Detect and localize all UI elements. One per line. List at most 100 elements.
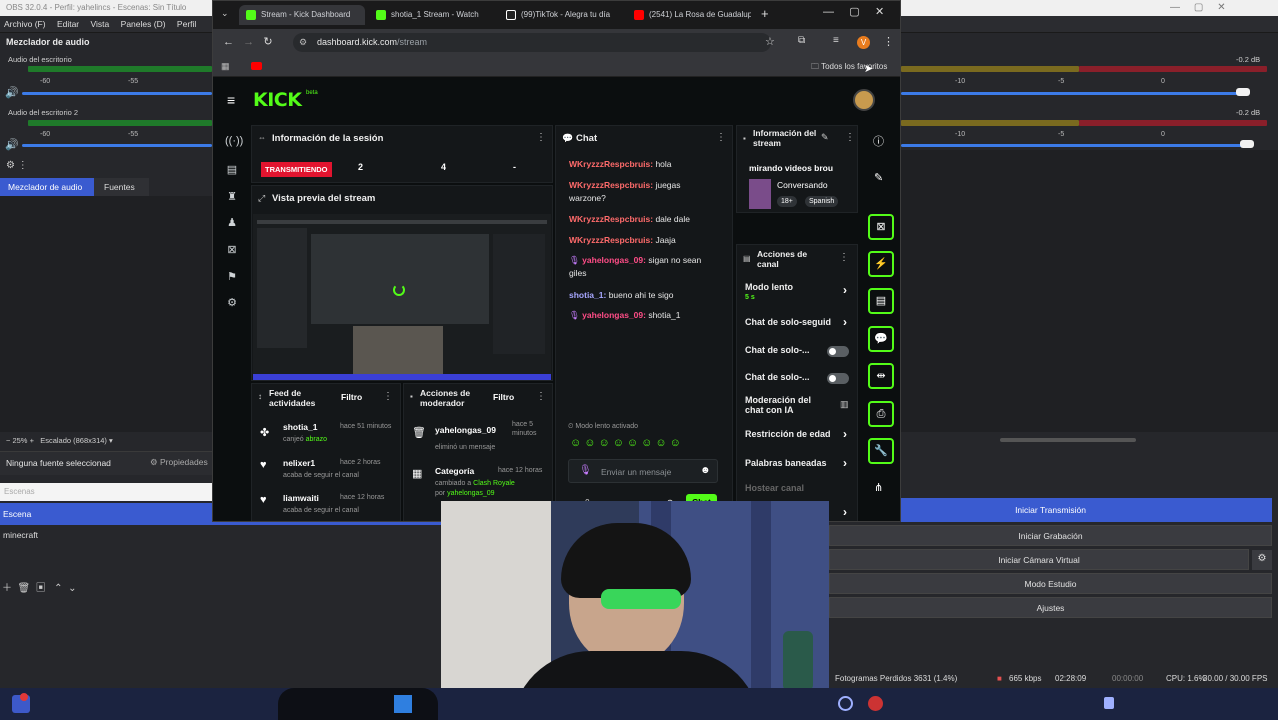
- browser-menu-icon[interactable]: ⋮: [883, 35, 894, 48]
- nav-buttons[interactable]: ← → ↻: [223, 35, 273, 48]
- ai-moderation-action[interactable]: Moderación del chat con IA: [745, 395, 825, 415]
- start-recording-button[interactable]: Iniciar Grabación: [829, 525, 1272, 546]
- site-info-icon[interactable]: ⚙: [299, 37, 307, 48]
- chrome-taskbar-icon[interactable]: [868, 696, 883, 711]
- share-icon[interactable]: ⋔: [874, 481, 883, 494]
- print-tool-button[interactable]: ⎙: [868, 401, 894, 427]
- emote-row[interactable]: ☺☺☺☺☺☺☺☺: [570, 437, 684, 449]
- chevron-right-icon[interactable]: ›: [843, 315, 847, 329]
- chat-user[interactable]: yahelongas_09:: [582, 310, 646, 320]
- channel-actions-menu-icon[interactable]: ⋮: [839, 252, 849, 263]
- browser-tab-shotia[interactable]: shotia_1 Stream - Watch: [369, 5, 495, 25]
- edit-pencil-icon[interactable]: ✎: [821, 132, 829, 143]
- mixer-settings-icon[interactable]: ⚙ ⋮: [6, 160, 28, 171]
- browser-tab-youtube[interactable]: (2541) La Rosa de Guadalupe: [627, 5, 751, 25]
- feed-user-3[interactable]: liamwaiti: [283, 493, 319, 503]
- tab-audio-mixer[interactable]: Mezclador de audio: [0, 178, 94, 196]
- chevron-right-icon[interactable]: ›: [843, 283, 847, 297]
- youtube-bookmark-icon[interactable]: [251, 62, 262, 70]
- host-channel-action[interactable]: Hostear canal: [745, 483, 804, 493]
- stream-broadcast-icon[interactable]: ((·)): [225, 135, 243, 149]
- trophy-icon[interactable]: ♜: [225, 190, 239, 204]
- emoji-picker-icon[interactable]: ☻: [700, 465, 711, 476]
- track-2-volume-slider[interactable]: [22, 144, 212, 147]
- volume-icon-2[interactable]: 🔊: [5, 138, 19, 151]
- chat-user[interactable]: WKryzzzRespcbruis:: [569, 214, 653, 224]
- menu-vista[interactable]: Vista: [91, 19, 110, 29]
- followers-only-action[interactable]: Chat de solo-seguid: [745, 317, 831, 327]
- media-control-icon[interactable]: ≡: [833, 35, 839, 46]
- info-circle-icon[interactable]: ⓘ: [873, 133, 884, 149]
- extensions-icon[interactable]: ⧉: [798, 35, 805, 46]
- subs-only-action[interactable]: Chat de solo-...: [745, 345, 810, 355]
- browser-window-controls[interactable]: — ▢ ✕: [823, 5, 884, 18]
- zoom-controls[interactable]: − 25% + Escalado (868x314) ▾: [6, 436, 113, 445]
- menu-editar[interactable]: Editar: [57, 19, 79, 29]
- new-tab-icon[interactable]: +: [761, 6, 769, 21]
- stream-preview-video[interactable]: [253, 214, 551, 380]
- chat-user[interactable]: WKryzzzRespcbruis:: [569, 235, 653, 245]
- browser-tab-kick-dashboard[interactable]: Stream - Kick Dashboard: [239, 5, 365, 25]
- chat-menu-icon[interactable]: ⋮: [716, 132, 726, 143]
- emote-only-action[interactable]: Chat de solo-...: [745, 372, 810, 382]
- subs-only-toggle[interactable]: [827, 346, 849, 357]
- slow-mode-action[interactable]: Modo lento: [745, 282, 793, 292]
- mod-user-1[interactable]: yahelongas_09: [435, 425, 496, 435]
- mod-menu-icon[interactable]: ⋮: [536, 391, 546, 402]
- users-icon[interactable]: ⚑: [225, 270, 239, 284]
- all-bookmarks-folder[interactable]: 🗀 Todos los favoritos: [811, 61, 887, 75]
- tab-sources[interactable]: Fuentes: [94, 178, 149, 196]
- clip-tool-button[interactable]: ⊠: [868, 214, 894, 240]
- settings-button[interactable]: Ajustes: [829, 597, 1272, 618]
- feed-user-1[interactable]: shotia_1: [283, 422, 318, 432]
- moderation-icon[interactable]: ⊠: [225, 243, 239, 257]
- mod-filter-button[interactable]: Filtro: [493, 392, 514, 402]
- windows-start-icon[interactable]: [394, 695, 412, 713]
- start-virtual-camera-button[interactable]: Iniciar Cámara Virtual: [829, 549, 1249, 570]
- lightning-tool-button[interactable]: ⚡: [868, 251, 894, 277]
- chevron-right-icon[interactable]: ›: [843, 456, 847, 470]
- chat-input[interactable]: 🎙 Enviar un mensaje ☻: [568, 459, 718, 483]
- chat-user[interactable]: WKryzzzRespcbruis:: [569, 180, 653, 190]
- profile-avatar[interactable]: V: [857, 36, 870, 49]
- age-restriction-action[interactable]: Restricción de edad: [745, 429, 831, 439]
- banned-words-action[interactable]: Palabras baneadas: [745, 458, 827, 468]
- wrench-tool-button[interactable]: 🔧: [868, 438, 894, 464]
- track-1-volume-slider[interactable]: [22, 92, 212, 95]
- track-2-volume-slider-right[interactable]: [901, 144, 1243, 147]
- apps-grid-icon[interactable]: ▦: [221, 61, 230, 72]
- track-1-volume-slider-right[interactable]: [901, 92, 1239, 95]
- emote-only-toggle[interactable]: [827, 373, 849, 384]
- tab-search-icon[interactable]: ⌄: [221, 8, 229, 19]
- tray-icon[interactable]: [1104, 697, 1114, 709]
- scene-toolbar[interactable]: ＋ 🗑 ▣ ⌃ ⌄: [2, 579, 76, 594]
- session-menu-icon[interactable]: ⋮: [536, 132, 546, 143]
- volume-icon[interactable]: 🔊: [5, 86, 19, 99]
- preview-expand-icon[interactable]: ⤢: [258, 193, 265, 204]
- scene-item-minecraft[interactable]: minecraft: [3, 530, 38, 540]
- feed-menu-icon[interactable]: ⋮: [383, 391, 393, 402]
- chevron-right-icon[interactable]: ›: [843, 427, 847, 441]
- chat-user[interactable]: WKryzzzRespcbruis:: [569, 159, 653, 169]
- user-avatar[interactable]: [853, 89, 875, 111]
- menu-archivo[interactable]: Archivo (F): [4, 19, 46, 29]
- menu-perfil[interactable]: Perfil: [177, 19, 196, 29]
- chat-tool-button[interactable]: 💬: [868, 326, 894, 352]
- obs-taskbar-icon[interactable]: [838, 696, 853, 711]
- browser-tab-tiktok[interactable]: (99)TikTok - Alegra tu día: [499, 5, 625, 25]
- track-2-volume-knob[interactable]: [1240, 140, 1254, 148]
- horizontal-scrollbar[interactable]: [1000, 438, 1136, 442]
- taskbar-search-area[interactable]: [278, 688, 438, 720]
- settings-gear-icon[interactable]: ⚙: [225, 296, 239, 310]
- chat-user[interactable]: shotia_1:: [569, 290, 606, 300]
- community-icon[interactable]: ♟: [225, 216, 239, 230]
- obs-window-controls[interactable]: — ▢ ✕: [1170, 2, 1226, 13]
- notes-tool-button[interactable]: ▤: [868, 288, 894, 314]
- hamburger-menu-icon[interactable]: ≡: [227, 92, 235, 108]
- properties-button[interactable]: ⚙ Propiedades: [150, 457, 208, 468]
- library-icon[interactable]: ▤: [225, 163, 239, 177]
- pen-icon[interactable]: ✎: [874, 171, 883, 184]
- menu-paneles[interactable]: Paneles (D): [121, 19, 166, 29]
- address-field[interactable]: ⚙ dashboard.kick.com/stream: [293, 33, 771, 52]
- raid-tool-button[interactable]: ⇹: [868, 363, 894, 389]
